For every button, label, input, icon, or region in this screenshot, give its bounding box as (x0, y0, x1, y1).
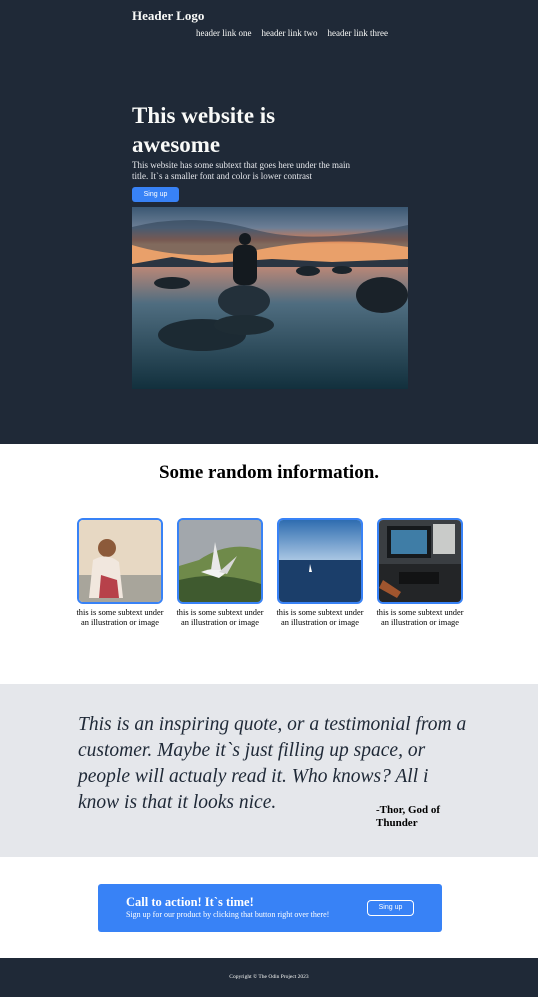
footer: Copyright © The Odin Project 2023 (0, 958, 538, 997)
info-card: this is some subtext under an illustrati… (276, 518, 364, 627)
quote-author: -Thor, God of Thunder (376, 804, 441, 829)
hero-section: Header Logo header link one header link … (0, 0, 538, 444)
hero-subtext: This website has some subtext that goes … (132, 160, 350, 181)
desk-photo-icon (377, 518, 463, 604)
info-card-caption: this is some subtext under an illustrati… (376, 608, 464, 627)
hero-title: This website is awesome (132, 103, 276, 157)
info-card-caption: this is some subtext under an illustrati… (176, 608, 264, 627)
sea-photo-icon (277, 518, 363, 604)
info-card-caption: this is some subtext under an illustrati… (276, 608, 364, 627)
woman-photo-icon (77, 518, 163, 604)
call-to-action-box: Call to action! It`s time! Sign up for o… (98, 884, 442, 932)
header-logo[interactable]: Header Logo (132, 8, 204, 24)
landscape-photo-icon (132, 207, 408, 389)
cta-signup-button[interactable]: Sing up (367, 900, 414, 916)
header-link-one[interactable]: header link one (196, 28, 251, 38)
info-card: this is some subtext under an illustrati… (76, 518, 164, 627)
quote-text: This is an inspiring quote, or a testimo… (78, 714, 467, 813)
header-link-two[interactable]: header link two (261, 28, 317, 38)
info-card: this is some subtext under an illustrati… (376, 518, 464, 627)
hero-signup-button[interactable]: Sing up (132, 187, 179, 202)
info-card-caption: this is some subtext under an illustrati… (76, 608, 164, 627)
header-link-three[interactable]: header link three (327, 28, 387, 38)
header-nav: header link one header link two header l… (196, 28, 388, 38)
quote-section: This is an inspiring quote, or a testimo… (0, 684, 538, 857)
bird-photo-icon (177, 518, 263, 604)
cta-title: Call to action! It`s time! (126, 895, 254, 909)
footer-copyright: Copyright © The Odin Project 2023 (229, 974, 309, 980)
info-card: this is some subtext under an illustrati… (176, 518, 264, 627)
info-title: Some random information. (158, 462, 380, 483)
cta-subtext: Sign up for our product by clicking that… (126, 910, 330, 919)
